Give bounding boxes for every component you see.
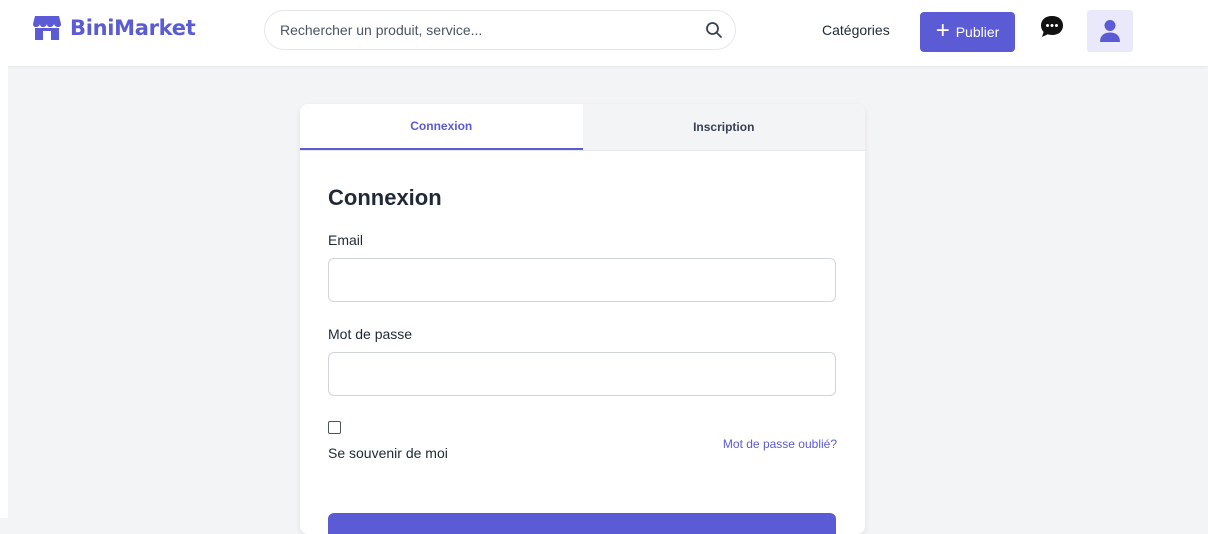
search-icon[interactable] — [705, 21, 723, 39]
email-field[interactable] — [328, 258, 836, 302]
password-field[interactable] — [328, 352, 836, 396]
tab-connexion[interactable]: Connexion — [300, 104, 583, 150]
remember-checkbox[interactable] — [328, 421, 341, 434]
store-icon — [33, 16, 61, 40]
password-label: Mot de passe — [328, 326, 413, 342]
remember-row: Se souvenir de moi Mot de passe oublié? — [328, 421, 837, 471]
login-submit-button[interactable] — [328, 513, 836, 534]
top-navbar: BiniMarket Catégories + Publier — [0, 0, 1208, 66]
user-icon — [1100, 20, 1120, 42]
auth-card: Connexion Inscription Connexion Email Mo… — [300, 104, 865, 534]
nav-categories-link[interactable]: Catégories — [822, 22, 890, 38]
auth-tabs: Connexion Inscription — [300, 104, 865, 151]
publish-label: Publier — [955, 24, 1000, 40]
email-label: Email — [328, 232, 364, 248]
form-title: Connexion — [328, 185, 442, 210]
left-edge-strip — [0, 66, 8, 518]
search-input[interactable] — [265, 11, 685, 49]
user-menu-button[interactable] — [1087, 10, 1133, 52]
brand-name: BiniMarket — [70, 16, 196, 40]
login-form: Connexion Email Mot de passe Se souvenir… — [300, 151, 865, 471]
search-bar — [264, 10, 736, 50]
remember-label: Se souvenir de moi — [328, 445, 448, 461]
brand-logo[interactable]: BiniMarket — [32, 12, 196, 44]
chat-bubble-icon[interactable] — [1039, 14, 1065, 40]
tab-inscription[interactable]: Inscription — [582, 104, 865, 150]
publish-button[interactable]: + Publier — [920, 12, 1015, 52]
forgot-password-link[interactable]: Mot de passe oublié? — [723, 437, 837, 451]
plus-icon: + — [935, 16, 950, 44]
